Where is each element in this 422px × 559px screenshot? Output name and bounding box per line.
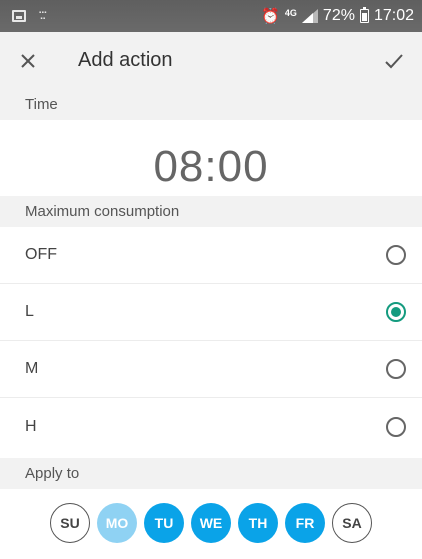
radio-button-m[interactable] xyxy=(386,359,406,379)
option-l-row[interactable]: L xyxy=(0,284,422,341)
option-m-row[interactable]: M xyxy=(0,341,422,398)
toolbar: Add action xyxy=(0,32,422,89)
battery-icon xyxy=(359,7,369,23)
day-sunday[interactable]: SU xyxy=(50,503,90,543)
option-label: L xyxy=(25,303,34,320)
close-icon xyxy=(21,53,35,68)
day-friday[interactable]: FR xyxy=(285,503,325,543)
option-label: OFF xyxy=(25,246,57,263)
option-label: H xyxy=(25,417,37,435)
time-section-header: Time xyxy=(0,89,422,120)
close-button[interactable] xyxy=(0,32,56,89)
alarm-icon: ⏰ xyxy=(261,7,280,25)
notification-icon: ▪▪▪ ▪▪ xyxy=(39,10,47,22)
check-icon xyxy=(385,53,403,68)
apply-section-header: Apply to xyxy=(0,458,422,489)
confirm-button[interactable] xyxy=(366,32,422,89)
day-monday[interactable]: MO xyxy=(97,503,137,543)
option-label: M xyxy=(25,360,39,377)
page-title: Add action xyxy=(78,49,173,71)
network-type: 4G xyxy=(284,7,297,18)
battery-percent: 72% xyxy=(322,7,355,24)
radio-button-l[interactable] xyxy=(386,302,406,322)
status-time: 17:02 xyxy=(373,7,414,24)
gallery-icon xyxy=(12,10,26,22)
radio-button-h[interactable] xyxy=(386,416,406,437)
time-picker[interactable]: 08:00 xyxy=(0,134,422,199)
consumption-section-header: Maximum consumption xyxy=(0,196,422,227)
status-bar: ▪▪▪ ▪▪ ⏰ 4G 72% 17:02 xyxy=(0,0,422,32)
day-tuesday[interactable]: TU xyxy=(144,503,184,543)
day-wednesday[interactable]: WE xyxy=(191,503,231,543)
day-selector: SU MO TU WE TH FR SA xyxy=(0,503,422,545)
day-thursday[interactable]: TH xyxy=(238,503,278,543)
day-saturday[interactable]: SA xyxy=(332,503,372,543)
option-off-row[interactable]: OFF xyxy=(0,227,422,284)
radio-button-off[interactable] xyxy=(386,245,406,265)
option-h-row[interactable]: H xyxy=(0,398,422,455)
signal-icon xyxy=(301,9,318,23)
